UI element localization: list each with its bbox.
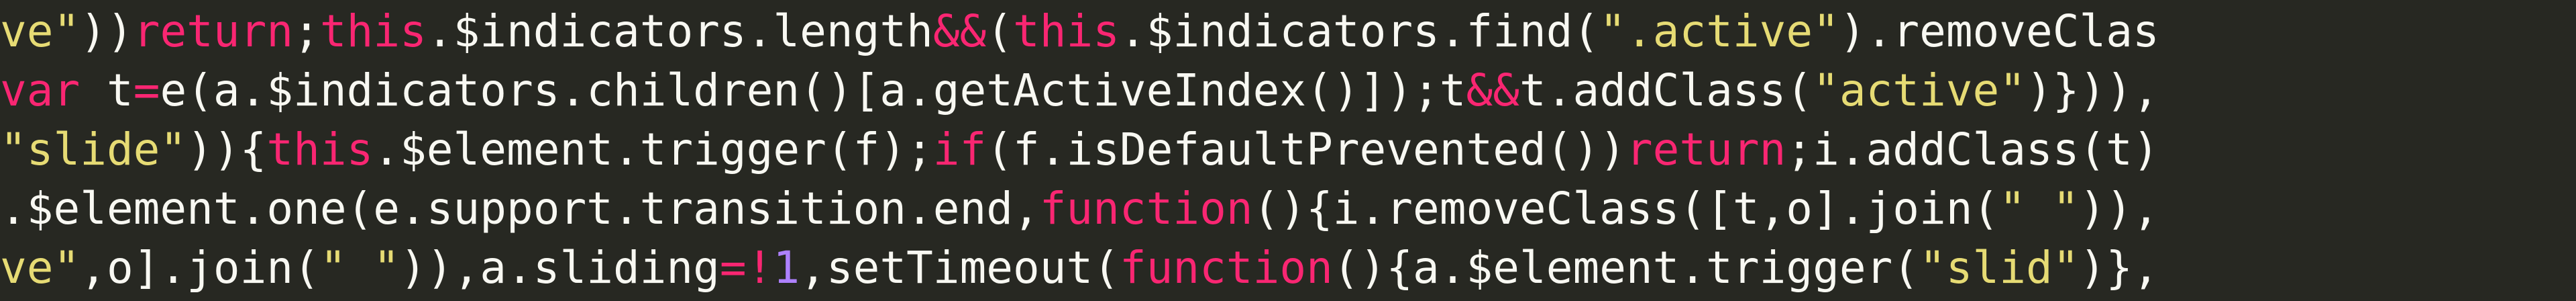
code-token-string: "slide" bbox=[0, 124, 187, 175]
code-token-default: ( bbox=[986, 5, 1014, 57]
code-token-keyword: =! bbox=[719, 242, 773, 294]
code-token-keyword: function bbox=[1039, 183, 1253, 234]
code-token-number: 1 bbox=[773, 242, 800, 294]
code-token-keyword: this bbox=[266, 124, 374, 175]
code-token-default: (f.isDefaultPrevented()) bbox=[986, 124, 1626, 175]
code-token-keyword: return bbox=[133, 5, 294, 57]
code-token-keyword: && bbox=[932, 5, 987, 57]
code-line: ve"))return;this.$indicators.length&&(th… bbox=[0, 1, 2159, 62]
code-token-keyword: && bbox=[1466, 64, 1519, 116]
code-token-keyword: var bbox=[0, 64, 80, 116]
code-line: .$element.one(e.support.transition.end,f… bbox=[0, 179, 2159, 239]
code-token-default: .$element.one(e.support.transition.end, bbox=[0, 183, 1040, 234]
code-token-default: )),a.sliding bbox=[400, 242, 720, 294]
code-token-default: )), bbox=[2079, 183, 2159, 234]
code-token-default: t.addClass( bbox=[1519, 64, 1813, 116]
code-line: ve",o].join(" ")),a.sliding=!1,setTimeou… bbox=[0, 238, 2159, 298]
code-line: var t=e(a.$indicators.children()[a.getAc… bbox=[0, 60, 2159, 121]
code-token-default: (){i.removeClass([t,o].join( bbox=[1252, 183, 2000, 234]
code-token-default: (){a.$element.trigger( bbox=[1332, 242, 1920, 294]
code-token-default: )) bbox=[80, 5, 133, 57]
code-token-default: )){ bbox=[186, 124, 267, 175]
code-token-default: ,o].join( bbox=[80, 242, 320, 294]
code-token-default: e(a.$indicators.children()[a.getActiveIn… bbox=[160, 64, 1466, 116]
code-token-default: .$indicators.length bbox=[426, 5, 933, 57]
code-token-default: t bbox=[80, 64, 133, 116]
code-editor[interactable]: ve"))return;this.$indicators.length&&(th… bbox=[0, 0, 2576, 301]
code-token-default: .$element.trigger(f); bbox=[373, 124, 933, 175]
code-token-keyword: function bbox=[1119, 242, 1333, 294]
code-token-keyword: this bbox=[319, 5, 427, 57]
code-token-string: " " bbox=[319, 242, 400, 294]
code-token-default: ;i.addClass(t) bbox=[1786, 124, 2159, 175]
code-token-default: .$indicators.find( bbox=[1120, 5, 1600, 57]
code-token-string: ve" bbox=[0, 242, 80, 294]
code-token-string: " " bbox=[1999, 183, 2080, 234]
code-token-string: ve" bbox=[0, 5, 80, 57]
code-token-default: )})), bbox=[2025, 64, 2159, 116]
code-line: "slide")){this.$element.trigger(f);if(f.… bbox=[0, 120, 2159, 180]
code-token-keyword: if bbox=[932, 124, 987, 175]
code-token-keyword: return bbox=[1625, 124, 1786, 175]
code-token-default: ,setTimeout( bbox=[800, 242, 1120, 294]
code-token-default: ; bbox=[293, 5, 320, 57]
code-token-string: "slid" bbox=[1919, 242, 2080, 294]
code-token-string: ".active" bbox=[1599, 5, 1839, 57]
code-token-default: )}, bbox=[2079, 242, 2159, 294]
code-token-keyword: = bbox=[133, 64, 160, 116]
code-token-default: ).removeClas bbox=[1839, 5, 2159, 57]
code-token-string: "active" bbox=[1813, 64, 2026, 116]
code-token-keyword: this bbox=[1013, 5, 1120, 57]
